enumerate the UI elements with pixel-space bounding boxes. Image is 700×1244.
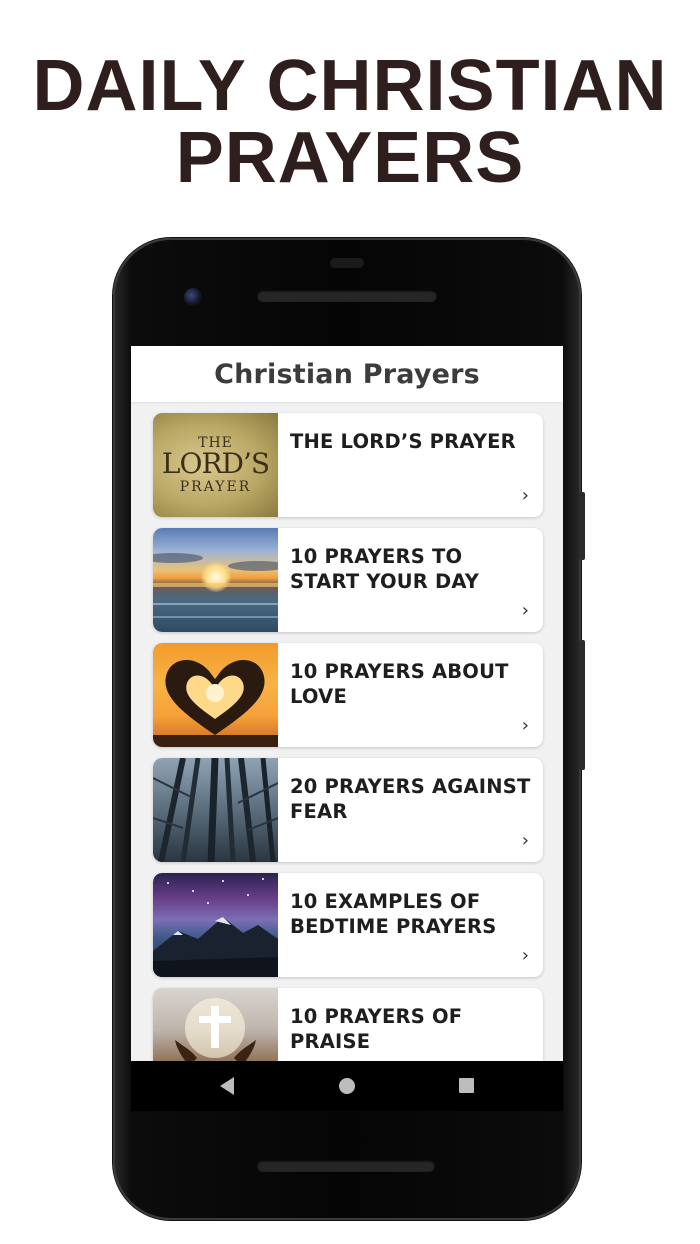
chevron-right-icon: ›	[521, 485, 529, 506]
back-triangle-icon[interactable]	[220, 1077, 234, 1095]
chevron-right-icon: ›	[521, 600, 529, 621]
app-screen: Christian Prayers THE LORD’S PRAYER THE …	[131, 346, 563, 1061]
volume-button	[579, 640, 585, 770]
headline-line-2: PRAYERS	[175, 118, 525, 198]
forest-thumbnail	[153, 758, 278, 862]
top-slot	[330, 258, 364, 268]
item-title: 10 PRAYERS OF PRAISE	[290, 1005, 463, 1053]
app-bar: Christian Prayers	[131, 346, 563, 402]
list-item[interactable]: 10 EXAMPLES OF BEDTIME PRAYERS ›	[153, 873, 543, 977]
item-title: 10 PRAYERS ABOUT LOVE	[290, 660, 509, 708]
sunrise-clouds	[153, 553, 278, 618]
lords-prayer-thumbnail: THE LORD’S PRAYER	[153, 413, 278, 517]
chevron-right-icon: ›	[521, 945, 529, 966]
thumb-text-prayer: PRAYER	[179, 479, 252, 495]
bottom-speaker	[257, 1160, 435, 1172]
list-item[interactable]: 10 PRAYERS OF PRAISE ›	[153, 988, 543, 1061]
item-title: 10 PRAYERS TO START YOUR DAY	[290, 545, 480, 593]
app-title: Christian Prayers	[214, 358, 480, 390]
front-camera-icon	[184, 288, 202, 306]
cross-hands-icon	[175, 998, 256, 1061]
item-title: 20 PRAYERS AGAINST FEAR	[290, 775, 531, 823]
promo-headline: DAILY CHRISTIAN PRAYERS	[0, 50, 700, 194]
system-nav-bar	[131, 1061, 563, 1111]
chevron-right-icon: ›	[521, 830, 529, 851]
earpiece-speaker	[257, 290, 437, 302]
recents-square-icon[interactable]	[459, 1078, 474, 1093]
list-item[interactable]: THE LORD’S PRAYER THE LORD’S PRAYER ›	[153, 413, 543, 517]
night-mountains	[153, 878, 278, 977]
cross-hands-thumbnail	[153, 988, 278, 1061]
item-title: 10 EXAMPLES OF BEDTIME PRAYERS	[290, 890, 497, 938]
night-sky-thumbnail	[153, 873, 278, 977]
heart-hands-thumbnail	[153, 643, 278, 747]
item-title: THE LORD’S PRAYER	[290, 430, 516, 453]
forest-trees	[153, 758, 278, 862]
chevron-right-icon: ›	[521, 715, 529, 736]
list-item[interactable]: 20 PRAYERS AGAINST FEAR ›	[153, 758, 543, 862]
sunrise-thumbnail	[153, 528, 278, 632]
headline-line-1: DAILY CHRISTIAN	[32, 46, 668, 126]
list-item[interactable]: 10 PRAYERS TO START YOUR DAY ›	[153, 528, 543, 632]
home-circle-icon[interactable]	[339, 1078, 355, 1094]
prayer-list[interactable]: THE LORD’S PRAYER THE LORD’S PRAYER › 10…	[131, 402, 563, 1061]
thumb-text-lords: LORD’S	[161, 447, 270, 480]
heart-hands-icon	[153, 659, 278, 747]
list-item[interactable]: 10 PRAYERS ABOUT LOVE ›	[153, 643, 543, 747]
power-button	[579, 492, 585, 560]
